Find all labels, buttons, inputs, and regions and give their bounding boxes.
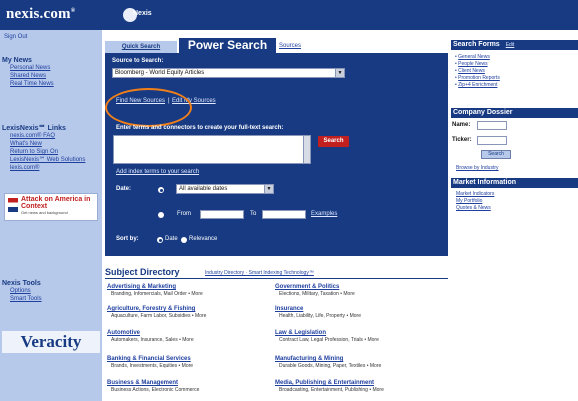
veracity-logo[interactable]: Veracity	[2, 331, 100, 353]
from-date-input[interactable]	[200, 210, 244, 219]
form-client-news[interactable]: • Client News	[455, 68, 485, 74]
search-terms-textarea[interactable]	[113, 135, 311, 164]
ticker-input[interactable]	[477, 136, 507, 145]
terms-label: Enter terms and connectors to create you…	[116, 125, 284, 131]
sort-by-label: Sort by:	[116, 236, 139, 242]
sort-relevance-radio[interactable]	[181, 237, 187, 243]
edit-forms-link[interactable]: Edit	[506, 42, 515, 48]
tab-quick-search[interactable]: Quick Search	[105, 41, 177, 53]
subject-item[interactable]: Banking & Financial Services Brands, Inve…	[107, 356, 277, 369]
my-news-heading: My News	[2, 57, 32, 64]
sidebar-item-faq[interactable]: nexis.com® FAQ	[0, 132, 102, 140]
market-information-heading: Market Information	[451, 178, 578, 188]
sidebar-item-shared-news[interactable]: Shared News	[0, 72, 102, 80]
sign-out-link[interactable]: Sign Out	[0, 34, 27, 40]
highlight-circle	[105, 88, 192, 127]
source-label: Source to Search:	[112, 58, 164, 64]
subject-item[interactable]: Government & Politics Elections, Military…	[275, 284, 445, 297]
scrollbar[interactable]	[303, 136, 310, 163]
search-tabs: Quick Search Power Search Sources	[105, 38, 448, 53]
date-range-select[interactable]: All available dates ▼	[176, 184, 274, 194]
search-button[interactable]: Search	[318, 136, 349, 147]
subject-item[interactable]: Manufacturing & Mining Durable Goods, Min…	[275, 356, 445, 369]
search-forms-heading: Search Forms Edit	[451, 40, 578, 50]
nexis-tools-heading: Nexis Tools	[2, 280, 41, 287]
flag-icon	[8, 198, 18, 212]
industry-directory-link[interactable]: Industry Directory · Smart Indexing Tech…	[205, 270, 314, 276]
form-general-news[interactable]: • General News	[455, 54, 490, 60]
my-portfolio-link[interactable]: My Portfolio	[456, 198, 482, 204]
date-all-radio[interactable]	[158, 187, 164, 193]
date-from-radio[interactable]	[158, 212, 164, 218]
nexis-badge: Nexis	[123, 7, 159, 23]
dossier-search-button[interactable]: Search	[481, 150, 511, 159]
top-header: nexis.com® Nexis	[0, 0, 578, 30]
sidebar-item-options[interactable]: Options	[0, 287, 102, 295]
subject-item[interactable]: Insurance Health, Liability, Life, Proper…	[275, 306, 445, 319]
sidebar-item-real-time-news[interactable]: Real Time News	[0, 80, 102, 88]
sidebar-item-return-sign-on[interactable]: Return to Sign On	[0, 148, 102, 156]
quotes-news-link[interactable]: Quotes & News	[456, 205, 491, 211]
company-name-input[interactable]	[477, 121, 507, 130]
sidebar-item-smart-tools[interactable]: Smart Tools	[0, 295, 102, 303]
ticker-label: Ticker:	[452, 137, 472, 143]
tab-sources[interactable]: Sources	[279, 43, 301, 49]
chevron-down-icon: ▼	[264, 185, 273, 193]
subject-directory-header: Subject Directory Industry Directory · S…	[105, 267, 448, 279]
nexis-logo[interactable]: nexis.com®	[6, 6, 75, 23]
market-indicators-link[interactable]: Market Indicators	[456, 191, 494, 197]
sidebar-item-personal-news[interactable]: Personal News	[0, 64, 102, 72]
subject-item[interactable]: Advertising & Marketing Branding, Infomer…	[107, 284, 277, 297]
subject-item[interactable]: Media, Publishing & Entertainment Broadca…	[275, 380, 445, 393]
attack-on-america-banner[interactable]: Attack on America in Context Get news an…	[4, 193, 98, 221]
source-select[interactable]: Bloomberg - World Equity Articles ▼	[112, 68, 345, 78]
to-date-input[interactable]	[262, 210, 306, 219]
company-dossier-heading: Company Dossier	[451, 108, 578, 118]
name-label: Name:	[452, 122, 471, 128]
form-zip-enrichment[interactable]: • Zip+4 Enrichment	[455, 82, 497, 88]
form-promotion-reports[interactable]: • Promotion Reports	[455, 75, 500, 81]
date-label: Date:	[116, 186, 132, 192]
form-people-news[interactable]: • People News	[455, 61, 488, 67]
sort-date-radio[interactable]	[157, 237, 163, 243]
browse-by-industry-link[interactable]: Browse by Industry	[456, 165, 499, 171]
subject-directory-title: Subject Directory	[105, 267, 180, 277]
examples-link[interactable]: Examples	[311, 211, 337, 217]
subject-item[interactable]: Automotive Automakers, Insurance, Sales •…	[107, 330, 277, 343]
add-index-terms-link[interactable]: Add index terms to your search	[116, 169, 199, 175]
links-heading: LexisNexis℠ Links	[2, 125, 66, 132]
sidebar-item-whats-new[interactable]: What's New	[0, 140, 102, 148]
chevron-down-icon: ▼	[335, 69, 344, 77]
subject-item[interactable]: Business & Management Business Actions, E…	[107, 380, 277, 393]
subject-item[interactable]: Agriculture, Forestry & Fishing Aquacultu…	[107, 306, 277, 319]
sidebar-item-lexis[interactable]: lexis.com®	[0, 164, 102, 172]
subject-item[interactable]: Law & Legislation Contract Law, Legal Pro…	[275, 330, 445, 343]
sidebar-item-web-solutions[interactable]: LexisNexis℠ Web Solutions	[0, 156, 102, 164]
tab-power-search[interactable]: Power Search	[179, 38, 276, 53]
